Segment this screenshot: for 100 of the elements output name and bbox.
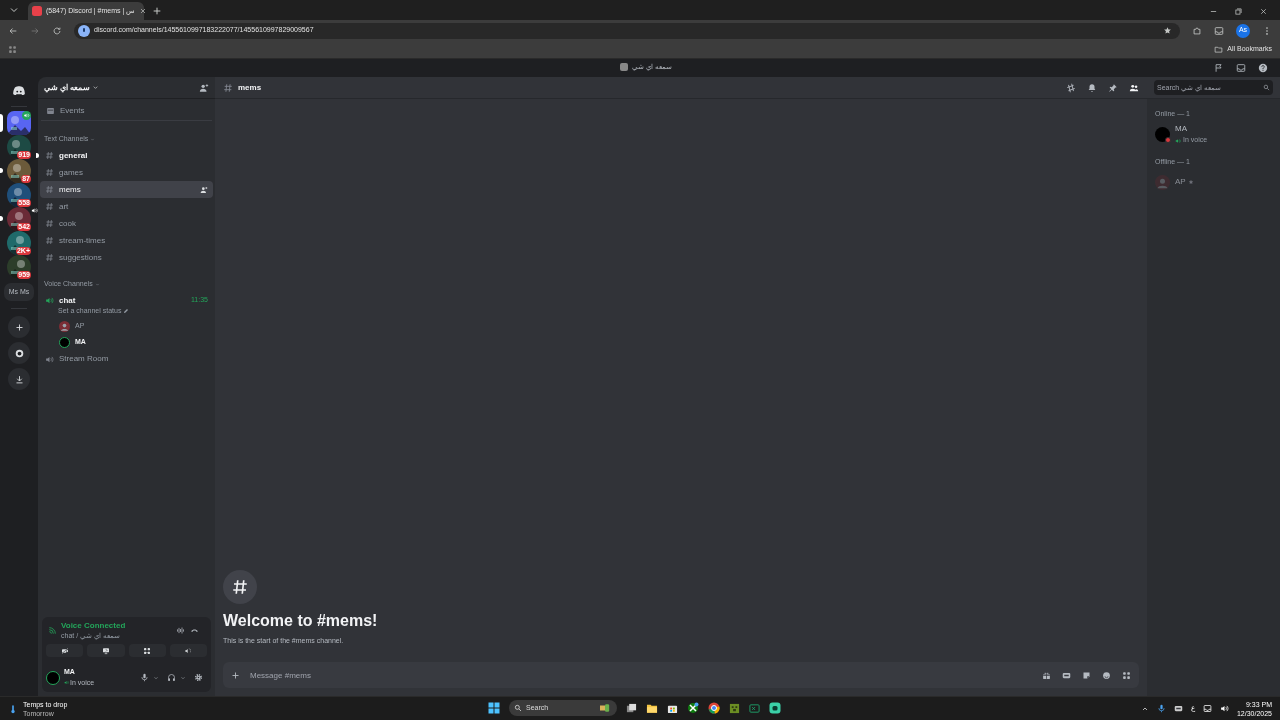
discord-app-icon[interactable] — [769, 702, 781, 714]
hash-icon — [223, 82, 233, 93]
server-icon — [620, 63, 628, 72]
new-tab-icon[interactable] — [152, 6, 162, 16]
add-attachment-icon[interactable] — [231, 670, 240, 680]
reload-icon[interactable] — [52, 25, 62, 36]
minecraft-icon[interactable] — [729, 702, 740, 714]
download-button[interactable] — [8, 368, 30, 390]
camera-off-icon — [60, 646, 69, 655]
discord-favicon — [32, 6, 42, 16]
chrome-icon[interactable] — [708, 702, 720, 714]
user-avatar — [59, 337, 70, 348]
pencil-icon — [123, 308, 130, 315]
star-icon — [1187, 179, 1194, 185]
flag-icon[interactable] — [1214, 63, 1224, 73]
server-name-button[interactable]: سمعه اي شي — [44, 81, 100, 94]
channel-item[interactable]: games — [40, 164, 213, 181]
user-avatar — [59, 321, 70, 332]
add-server-button[interactable] — [8, 316, 30, 338]
chevron-icon — [94, 281, 100, 287]
download-icon — [14, 374, 24, 384]
welcome-title: Welcome to #mems! — [223, 610, 379, 631]
keyboard-icon[interactable] — [1173, 704, 1183, 713]
unread-indicator — [0, 168, 3, 173]
speaker-icon — [45, 354, 54, 364]
close-icon[interactable] — [1259, 7, 1268, 16]
apps-icon[interactable] — [8, 45, 17, 54]
search-icon — [514, 704, 522, 712]
windows-start-icon[interactable] — [488, 702, 500, 714]
voice-channel-item[interactable]: Stream Room — [40, 350, 213, 368]
pin-icon[interactable] — [1108, 82, 1118, 93]
task-view-icon[interactable] — [626, 702, 637, 714]
speaker-icon — [22, 111, 31, 120]
events-item[interactable]: Events — [41, 103, 212, 121]
microphone-icon[interactable] — [140, 673, 149, 682]
headset-icon[interactable] — [167, 673, 176, 682]
add-person-icon[interactable] — [200, 185, 208, 194]
hash-icon — [45, 151, 54, 160]
apps-icon[interactable] — [1122, 670, 1131, 680]
hash-icon — [45, 202, 54, 211]
gift-icon[interactable] — [1042, 670, 1051, 680]
terminal-icon[interactable] — [749, 702, 760, 714]
member-item[interactable]: AP — [1155, 170, 1272, 194]
bookmark-star-icon[interactable] — [1163, 26, 1172, 35]
compass-button[interactable] — [8, 342, 30, 364]
user-avatar[interactable] — [46, 670, 60, 685]
voice-status-title: Voice Connected — [61, 620, 126, 631]
activities-icon — [143, 646, 152, 655]
message-input[interactable]: Message #mems — [250, 665, 1032, 685]
microphone-icon[interactable] — [1156, 704, 1166, 713]
hash-icon — [45, 236, 54, 245]
message-composer[interactable]: Message #mems — [223, 662, 1139, 688]
speaker-icon — [64, 680, 69, 686]
back-icon[interactable] — [8, 25, 18, 36]
screen-share-icon — [101, 646, 110, 655]
thermometer-icon — [8, 702, 18, 715]
hash-icon — [231, 577, 249, 596]
chevron-icon — [90, 136, 96, 142]
help-icon[interactable] — [1258, 63, 1268, 73]
discord-logo-icon — [12, 84, 26, 98]
add-server-icon — [14, 322, 24, 332]
notification-bell-icon[interactable] — [1087, 82, 1097, 93]
activities-button[interactable] — [128, 644, 166, 657]
threads-icon[interactable] — [1066, 82, 1076, 93]
channel-item[interactable]: general — [40, 147, 213, 164]
speaker-icon — [45, 296, 54, 305]
add-person-icon[interactable] — [199, 82, 209, 93]
xbox-icon[interactable] — [687, 702, 699, 714]
sticker-icon[interactable] — [1082, 670, 1091, 680]
unread-indicator — [36, 153, 39, 158]
restore-icon[interactable] — [1234, 7, 1243, 16]
hash-icon — [45, 253, 54, 262]
volume-icon[interactable] — [1219, 704, 1229, 713]
file-explorer-icon[interactable] — [646, 702, 658, 714]
selected-indicator — [0, 114, 3, 132]
calendar-icon — [46, 106, 55, 115]
gif-icon[interactable] — [1062, 670, 1071, 680]
member-list-icon[interactable] — [1129, 82, 1139, 93]
channel-item[interactable]: art — [40, 198, 213, 215]
site-info-icon[interactable] — [78, 24, 90, 37]
close-icon[interactable] — [139, 7, 148, 15]
emoji-icon[interactable] — [1102, 670, 1111, 680]
settings-icon[interactable] — [194, 673, 203, 682]
compass-icon — [14, 348, 24, 358]
signal-icon — [48, 626, 56, 635]
channel-item[interactable]: mems — [40, 181, 213, 198]
search-icon — [1263, 84, 1270, 91]
camera-off-button[interactable] — [46, 644, 84, 657]
noise-suppression-icon[interactable] — [176, 626, 185, 636]
channel-item[interactable]: cook — [40, 215, 213, 232]
chevron-icon — [92, 84, 100, 91]
folder-icon — [1214, 45, 1224, 54]
search-highlight-icon — [598, 703, 612, 713]
channel-item[interactable]: stream-times — [40, 232, 213, 249]
channel-item[interactable]: suggestions — [40, 249, 213, 266]
screen-share-button[interactable] — [87, 644, 125, 657]
inbox-icon[interactable] — [1236, 63, 1246, 73]
hash-icon — [45, 219, 54, 228]
speaker-icon — [31, 207, 38, 214]
channel-name: mems — [238, 81, 262, 94]
